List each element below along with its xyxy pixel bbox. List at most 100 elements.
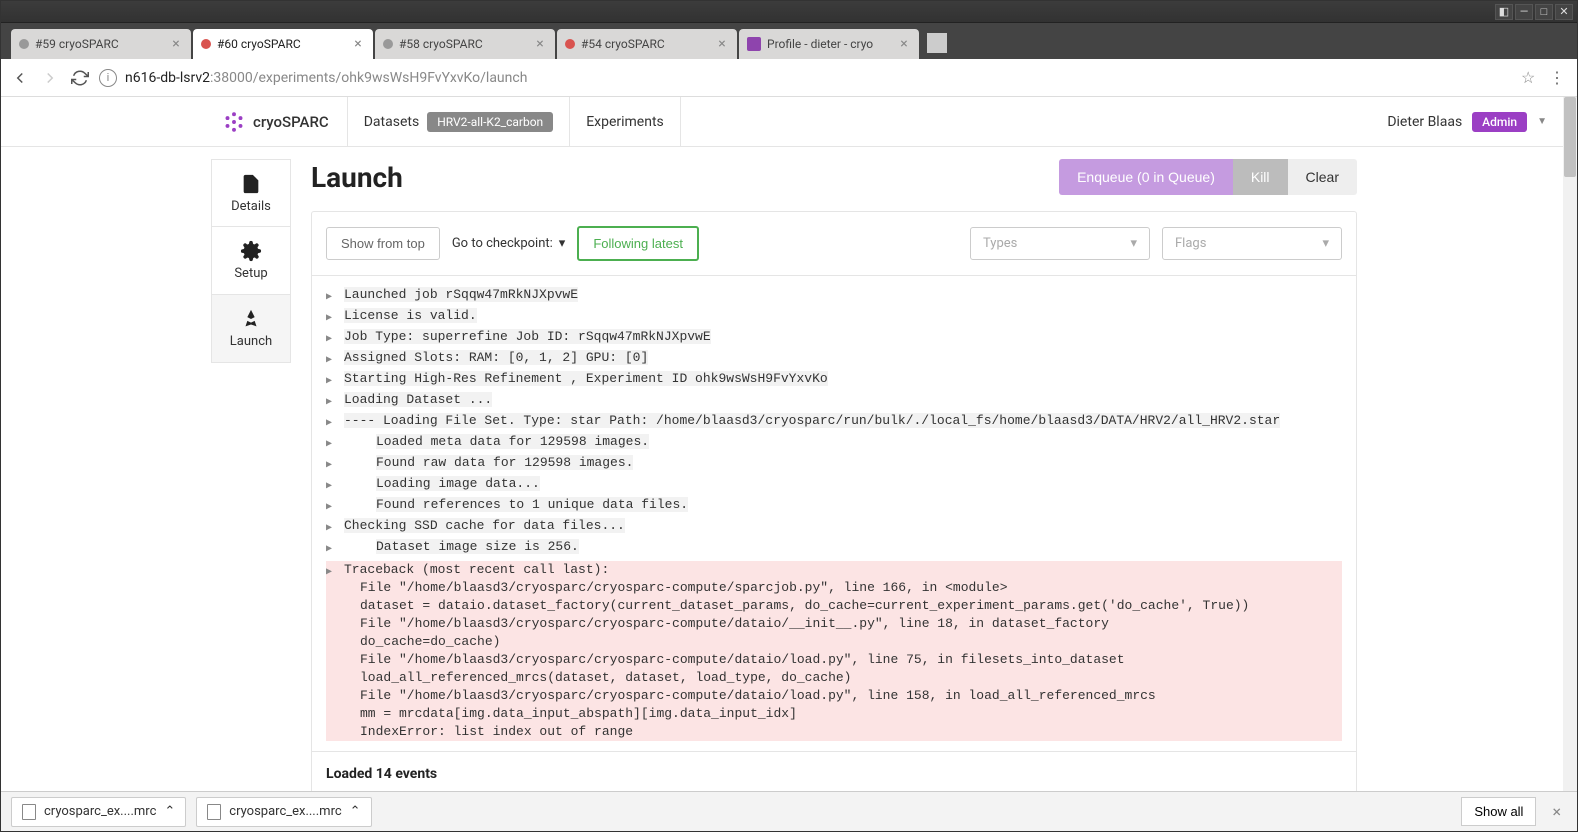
enqueue-button[interactable]: Enqueue (0 in Queue) xyxy=(1059,159,1233,195)
browser-menu-icon[interactable]: ⋮ xyxy=(1549,68,1569,87)
log-text: Job Type: superrefine Job ID: rSqqw47mRk… xyxy=(344,328,1342,346)
minimize-icon[interactable]: — xyxy=(1515,4,1533,20)
nav-experiments[interactable]: Experiments xyxy=(570,97,681,146)
browser-tab-2[interactable]: #58 cryoSPARC × xyxy=(375,29,555,59)
tab-title: #59 cryoSPARC xyxy=(35,37,163,51)
tab-status-dot xyxy=(565,39,575,49)
page-body: Launch Enqueue (0 in Queue) Kill Clear S… xyxy=(311,159,1357,791)
log-line: ▶ Checking SSD cache for data files... xyxy=(326,517,1342,538)
admin-badge: Admin xyxy=(1472,112,1527,132)
show-from-top-button[interactable]: Show from top xyxy=(326,227,440,260)
log-text: Launched job rSqqw47mRkNJXpvwE xyxy=(344,286,1342,304)
tab-close-icon[interactable]: × xyxy=(169,37,183,51)
maximize-icon[interactable]: □ xyxy=(1535,4,1553,20)
tab-close-icon[interactable]: × xyxy=(897,37,911,51)
expand-arrow-icon[interactable]: ▶ xyxy=(326,412,336,433)
tab-close-icon[interactable]: × xyxy=(533,37,547,51)
expand-arrow-icon[interactable]: ▶ xyxy=(326,328,336,349)
dataset-badge: HRV2-all-K2_carbon xyxy=(427,112,553,132)
browser-tab-1[interactable]: #60 cryoSPARC × xyxy=(193,29,373,59)
download-item-0[interactable]: cryosparc_ex....mrc ⌃ xyxy=(11,797,186,827)
file-icon xyxy=(207,804,221,820)
expand-arrow-icon[interactable]: ▶ xyxy=(326,496,336,517)
nav-datasets[interactable]: Datasets HRV2-all-K2_carbon xyxy=(348,97,570,146)
url-path: :38000/experiments/ohk9wsWsH9FvYxvKo/lau… xyxy=(210,70,527,86)
forward-button[interactable] xyxy=(39,67,61,89)
log-error-text: Traceback (most recent call last): File … xyxy=(344,561,1342,741)
tab-title: #58 cryoSPARC xyxy=(399,37,527,51)
expand-arrow-icon[interactable]: ▶ xyxy=(326,349,336,370)
back-button[interactable] xyxy=(9,67,31,89)
log-line: ▶ Found references to 1 unique data files… xyxy=(326,496,1342,517)
scrollbar-track[interactable] xyxy=(1563,97,1577,791)
expand-arrow-icon[interactable]: ▶ xyxy=(326,307,336,328)
sidebar-item-details[interactable]: Details xyxy=(211,159,291,227)
expand-arrow-icon[interactable]: ▶ xyxy=(326,454,336,475)
clear-button[interactable]: Clear xyxy=(1288,159,1357,195)
show-all-button[interactable]: Show all xyxy=(1461,797,1536,826)
tab-close-icon[interactable]: × xyxy=(351,37,365,51)
expand-arrow-icon[interactable]: ▶ xyxy=(326,475,336,496)
browser-tab-0[interactable]: #59 cryoSPARC × xyxy=(11,29,191,59)
expand-arrow-icon[interactable]: ▶ xyxy=(326,433,336,454)
expand-arrow-icon[interactable]: ▶ xyxy=(326,538,336,559)
logo[interactable]: cryoSPARC xyxy=(221,97,348,146)
address-bar: i n616-db-lsrv2:38000/experiments/ohk9ws… xyxy=(1,59,1577,97)
following-latest-button[interactable]: Following latest xyxy=(577,226,699,261)
log-line: ▶Loading Dataset ... xyxy=(326,391,1342,412)
user-menu[interactable]: Dieter Blaas Admin ▼ xyxy=(1387,112,1577,132)
chevron-up-icon: ⌃ xyxy=(350,804,361,819)
tab-title: #60 cryoSPARC xyxy=(217,37,345,51)
log-text: Found references to 1 unique data files. xyxy=(344,496,1342,514)
expand-arrow-icon[interactable]: ▶ xyxy=(326,391,336,412)
panel-controls: Show from top Go to checkpoint: ▾ Follow… xyxy=(312,212,1356,276)
log-line: ▶---- Loading File Set. Type: star Path:… xyxy=(326,412,1342,433)
sidebar: Details Setup Launch xyxy=(211,159,291,791)
tab-status-dot xyxy=(383,39,393,49)
expand-arrow-icon[interactable]: ▶ xyxy=(326,286,336,307)
nav-label: Experiments xyxy=(586,114,664,130)
tab-close-icon[interactable]: × xyxy=(715,37,729,51)
page-header: Launch Enqueue (0 in Queue) Kill Clear xyxy=(311,159,1357,195)
window-options-icon[interactable]: ◧ xyxy=(1495,4,1513,20)
expand-arrow-icon[interactable]: ▶ xyxy=(326,370,336,391)
url-host: n616-db-lsrv2 xyxy=(125,70,210,86)
browser-tab-4[interactable]: Profile - dieter - cryo × xyxy=(739,29,919,59)
close-window-icon[interactable]: ✕ xyxy=(1555,4,1573,20)
close-downloads-icon[interactable]: × xyxy=(1546,802,1567,821)
caret-down-icon: ▾ xyxy=(559,236,566,251)
sidebar-item-launch[interactable]: Launch xyxy=(211,295,291,363)
kill-button[interactable]: Kill xyxy=(1233,159,1288,195)
url-display[interactable]: n616-db-lsrv2:38000/experiments/ohk9wsWs… xyxy=(125,70,1513,86)
nav-label: Datasets xyxy=(364,114,419,130)
expand-arrow-icon[interactable]: ▶ xyxy=(326,561,336,582)
log-text: Checking SSD cache for data files... xyxy=(344,517,1342,535)
expand-arrow-icon[interactable]: ▶ xyxy=(326,517,336,538)
page-title: Launch xyxy=(311,161,1059,194)
rocket-icon xyxy=(240,308,262,330)
log-line: ▶ Loading image data... xyxy=(326,475,1342,496)
types-filter-dropdown[interactable]: Types ▾ xyxy=(970,227,1150,260)
log-text: Loading image data... xyxy=(344,475,1342,493)
browser-tab-3[interactable]: #54 cryoSPARC × xyxy=(557,29,737,59)
sidebar-label: Launch xyxy=(230,334,272,349)
reload-button[interactable] xyxy=(69,67,91,89)
log-text: License is valid. xyxy=(344,307,1342,325)
log-error-block: ▶ Traceback (most recent call last): File… xyxy=(326,561,1342,741)
site-info-icon[interactable]: i xyxy=(99,69,117,87)
panel-footer: Loaded 14 events xyxy=(312,751,1356,791)
chevron-up-icon: ⌃ xyxy=(164,804,175,819)
downloads-bar: cryosparc_ex....mrc ⌃ cryosparc_ex....mr… xyxy=(1,791,1577,831)
caret-down-icon: ▾ xyxy=(1322,236,1329,251)
scrollbar-thumb[interactable] xyxy=(1564,97,1576,177)
new-tab-button[interactable] xyxy=(927,33,947,53)
goto-checkpoint-dropdown[interactable]: Go to checkpoint: ▾ xyxy=(452,236,566,251)
log-text: Loaded meta data for 129598 images. xyxy=(344,433,1342,451)
download-item-1[interactable]: cryosparc_ex....mrc ⌃ xyxy=(196,797,371,827)
sidebar-item-setup[interactable]: Setup xyxy=(211,227,291,295)
bookmark-star-icon[interactable]: ☆ xyxy=(1521,68,1541,87)
sidebar-label: Setup xyxy=(234,266,267,281)
flags-filter-dropdown[interactable]: Flags ▾ xyxy=(1162,227,1342,260)
tab-title: #54 cryoSPARC xyxy=(581,37,709,51)
log-line: ▶Dataset image size is 256. xyxy=(326,538,1342,559)
